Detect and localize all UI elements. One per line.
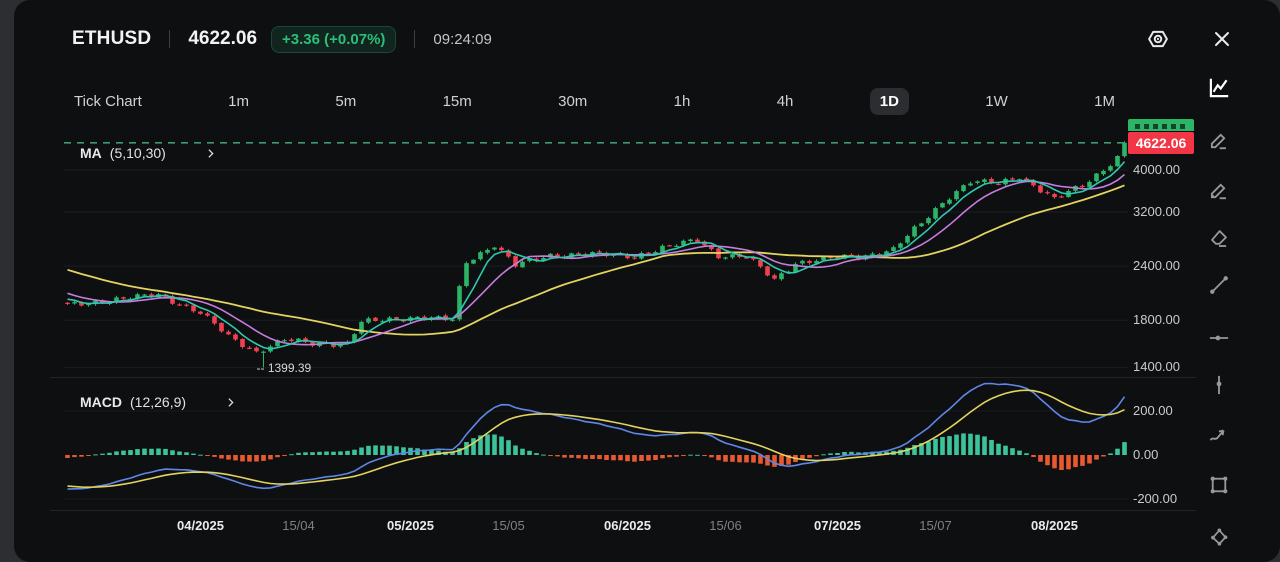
time-axis-label: 15/06 <box>709 518 742 533</box>
high-price-badge-clipped <box>1128 119 1194 131</box>
macd-params: (12,26,9) <box>130 394 186 410</box>
price-axis-label: 3200.00 <box>1133 204 1180 219</box>
price-axis-label: 1400.00 <box>1133 359 1180 374</box>
time-axis-label: 15/07 <box>919 518 952 533</box>
wave-arrow-icon[interactable] <box>1206 422 1232 448</box>
price-change-badge: +3.36 (+0.07%) <box>271 26 396 53</box>
chart-header: ETHUSD 4622.06 +3.36 (+0.07%) 09:24:09 <box>72 22 492 56</box>
chevron-right-icon[interactable] <box>224 396 237 409</box>
low-price-annotation: -- 1399.39 <box>257 361 312 375</box>
close-icon[interactable] <box>1212 29 1232 49</box>
price-axis-label: 2400.00 <box>1133 258 1180 273</box>
time-axis-label: 04/2025 <box>177 518 224 533</box>
header-divider <box>169 30 170 48</box>
current-price-badge: 4622.06 <box>1128 132 1194 154</box>
timeframe-tab-15m[interactable]: 15m <box>433 88 482 115</box>
header-divider <box>414 30 415 48</box>
symbol-title: ETHUSD <box>72 28 151 50</box>
timeframe-tab-4h[interactable]: 4h <box>767 88 804 115</box>
rectangle-icon[interactable] <box>1206 472 1232 498</box>
trading-chart-screen: ETHUSD 4622.06 +3.36 (+0.07%) 09:24:09 T… <box>0 0 1280 562</box>
marker-icon[interactable] <box>1206 177 1232 203</box>
time-axis-label: 05/2025 <box>387 518 434 533</box>
vertical-line-icon[interactable] <box>1206 372 1232 398</box>
last-price: 4622.06 <box>188 28 257 50</box>
candlestick-chart[interactable] <box>0 0 1280 562</box>
timeframe-tabs: Tick Chart 1m 5m 15m 30m 1h 4h 1D 1W 1M <box>64 86 1125 116</box>
ma-params: (5,10,30) <box>110 145 166 161</box>
trend-line-icon[interactable] <box>1206 272 1232 298</box>
macd-indicator-label[interactable]: MACD (12,26,9) <box>80 394 237 410</box>
time-axis-label: 06/2025 <box>604 518 651 533</box>
timeframe-tab-1d[interactable]: 1D <box>870 88 909 115</box>
time-axis-label: 08/2025 <box>1031 518 1078 533</box>
timeframe-tab-1h[interactable]: 1h <box>664 88 701 115</box>
server-time: 09:24:09 <box>433 31 491 48</box>
macd-axis-label: 200.00 <box>1133 403 1173 418</box>
timeframe-tab-tick-chart[interactable]: Tick Chart <box>64 88 152 115</box>
polygon-icon[interactable] <box>1206 524 1232 550</box>
settings-icon[interactable] <box>1145 26 1171 52</box>
timeframe-tab-1m[interactable]: 1m <box>218 88 259 115</box>
price-axis-label: 4000.00 <box>1133 162 1180 177</box>
eraser-icon[interactable] <box>1206 225 1232 251</box>
macd-axis-label: -200.00 <box>1133 491 1177 506</box>
macd-name: MACD <box>80 394 122 410</box>
timeframe-tab-1w[interactable]: 1W <box>975 88 1018 115</box>
ma-indicator-label[interactable]: MA (5,10,30) <box>80 145 217 161</box>
ma-name: MA <box>80 145 102 161</box>
line-chart-icon[interactable] <box>1206 75 1232 101</box>
chevron-right-icon[interactable] <box>204 147 217 160</box>
timeframe-tab-1m[interactable]: 1M <box>1084 88 1125 115</box>
time-axis-label: 15/04 <box>282 518 315 533</box>
time-axis-label: 15/05 <box>492 518 525 533</box>
time-axis-label: 07/2025 <box>814 518 861 533</box>
pencil-icon[interactable] <box>1206 127 1232 153</box>
timeframe-tab-30m[interactable]: 30m <box>548 88 597 115</box>
timeframe-tab-5m[interactable]: 5m <box>325 88 366 115</box>
macd-axis-label: 0.00 <box>1133 447 1158 462</box>
price-axis-label: 1800.00 <box>1133 312 1180 327</box>
horizontal-line-icon[interactable] <box>1206 325 1232 351</box>
